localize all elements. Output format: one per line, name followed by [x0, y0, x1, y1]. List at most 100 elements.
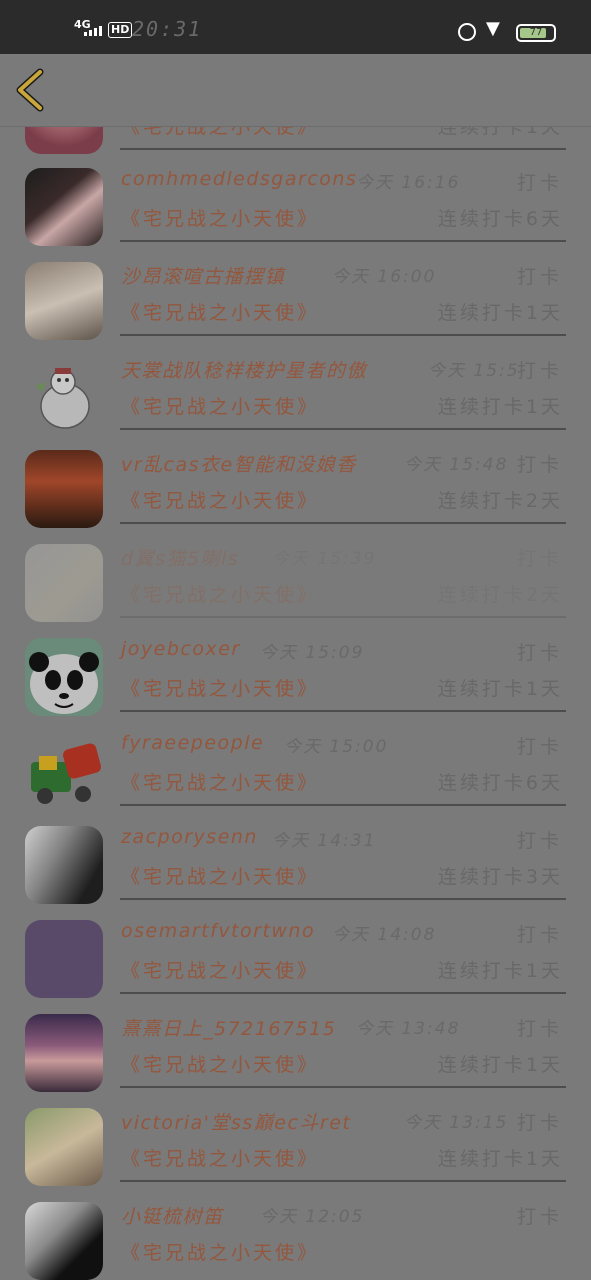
- checkin-time: 今天 15:09: [260, 643, 365, 663]
- list-item[interactable]: d翼s猫5喇ls 今天 15:39 打卡 《宅兄战之小天使》 连续打卡2天: [0, 528, 591, 622]
- status-bar: 4G HD 20:31 ▼ 77: [0, 0, 591, 54]
- book-title[interactable]: 《宅兄战之小天使》: [121, 204, 319, 231]
- user-name[interactable]: 天裳战队稔祥楼护星者的傲: [121, 356, 367, 383]
- list-item[interactable]: 熹熹日上_572167515 今天 13:48 打卡 《宅兄战之小天使》 连续打…: [0, 998, 591, 1092]
- checkin-list[interactable]: 《宅兄战之小天使》 连续打卡1天 comhmedledsgarcons 今天 1…: [0, 0, 591, 1280]
- book-title[interactable]: 《宅兄战之小天使》: [121, 862, 319, 889]
- list-item[interactable]: victoria'堂ss巔ec斗ret 今天 13:15 打卡 《宅兄战之小天使…: [0, 1092, 591, 1186]
- streak-label: 连续打卡2天: [437, 584, 563, 606]
- checkin-time: 今天 16:00: [332, 267, 437, 287]
- checkin-action[interactable]: 打卡: [517, 1108, 563, 1135]
- row-divider: [120, 710, 566, 712]
- book-title[interactable]: 《宅兄战之小天使》: [121, 1238, 319, 1265]
- streak-label: 连续打卡1天: [437, 1054, 563, 1076]
- user-avatar[interactable]: [25, 1202, 103, 1280]
- checkin-time: 今天 15:39: [272, 549, 377, 569]
- user-name[interactable]: joyebcoxer: [121, 638, 241, 660]
- streak-label: 连续打卡1天: [437, 960, 563, 982]
- book-title[interactable]: 《宅兄战之小天使》: [121, 1144, 319, 1171]
- streak-label: 连续打卡1天: [437, 302, 563, 324]
- user-name[interactable]: 沙昂滚喧古播摆镇: [121, 262, 285, 289]
- user-name[interactable]: fyraeepeople: [121, 732, 264, 754]
- status-time: 20:31: [132, 17, 203, 41]
- user-avatar[interactable]: [25, 1108, 103, 1186]
- list-item[interactable]: 天裳战队稔祥楼护星者的傲 今天 15:5 打卡 《宅兄战之小天使》 连续打卡1天: [0, 340, 591, 434]
- book-title[interactable]: 《宅兄战之小天使》: [121, 580, 319, 607]
- user-avatar[interactable]: [25, 920, 103, 998]
- row-divider: [120, 898, 566, 900]
- row-divider: [120, 334, 566, 336]
- user-avatar[interactable]: [25, 1014, 103, 1092]
- checkin-time: 今天 15:00: [284, 737, 389, 757]
- user-name[interactable]: 小铤梳树笛: [121, 1202, 224, 1229]
- user-avatar[interactable]: [25, 732, 103, 810]
- book-title[interactable]: 《宅兄战之小天使》: [121, 956, 319, 983]
- list-item[interactable]: 沙昂滚喧古播摆镇 今天 16:00 打卡 《宅兄战之小天使》 连续打卡1天: [0, 246, 591, 340]
- checkin-time: 今天 14:31: [272, 831, 377, 851]
- book-title[interactable]: 《宅兄战之小天使》: [121, 674, 319, 701]
- streak-label: 连续打卡6天: [437, 772, 563, 794]
- checkin-action[interactable]: 打卡: [517, 262, 563, 289]
- panda-avatar-icon: [29, 652, 99, 714]
- row-divider: [120, 240, 566, 242]
- user-name[interactable]: d翼s猫5喇ls: [121, 544, 239, 571]
- checkin-time: 今天 16:16: [356, 173, 461, 193]
- list-item[interactable]: fyraeepeople 今天 15:00 打卡 《宅兄战之小天使》 连续打卡6…: [0, 716, 591, 810]
- checkin-action[interactable]: 打卡: [517, 732, 563, 759]
- streak-label: 连续打卡1天: [437, 396, 563, 418]
- chevron-left-icon: [16, 68, 44, 112]
- checkin-action[interactable]: 打卡: [517, 920, 563, 947]
- row-divider: [120, 992, 566, 994]
- user-avatar[interactable]: [25, 356, 103, 434]
- user-name[interactable]: victoria'堂ss巔ec斗ret: [121, 1108, 351, 1135]
- user-avatar[interactable]: [25, 168, 103, 246]
- list-item[interactable]: vr乱cas衣e智能和没娘香 今天 15:48 打卡 《宅兄战之小天使》 连续打…: [0, 434, 591, 528]
- row-divider: [120, 148, 566, 150]
- checkin-action[interactable]: 打卡: [517, 544, 563, 571]
- user-name[interactable]: zacporysenn: [121, 826, 258, 848]
- checkin-action[interactable]: 打卡: [517, 450, 563, 477]
- row-divider: [120, 616, 566, 618]
- signal-icon: [84, 26, 102, 36]
- battery-percent: 77: [529, 27, 543, 38]
- list-item[interactable]: joyebcoxer 今天 15:09 打卡 《宅兄战之小天使》 连续打卡1天: [0, 622, 591, 716]
- user-name[interactable]: vr乱cas衣e智能和没娘香: [121, 450, 357, 477]
- user-avatar[interactable]: [25, 826, 103, 904]
- back-button[interactable]: [14, 66, 54, 114]
- checkin-time: 今天 13:15: [404, 1113, 509, 1133]
- row-divider: [120, 804, 566, 806]
- book-title[interactable]: 《宅兄战之小天使》: [121, 1050, 319, 1077]
- user-name[interactable]: osemartfvtortwno: [121, 920, 315, 942]
- user-avatar[interactable]: [25, 544, 103, 622]
- list-item[interactable]: 小铤梳树笛 今天 12:05 打卡 《宅兄战之小天使》: [0, 1186, 591, 1280]
- user-avatar[interactable]: [25, 450, 103, 528]
- streak-label: 连续打卡3天: [437, 866, 563, 888]
- checkin-action[interactable]: 打卡: [517, 826, 563, 853]
- user-name[interactable]: 熹熹日上_572167515: [121, 1014, 336, 1041]
- book-title[interactable]: 《宅兄战之小天使》: [121, 298, 319, 325]
- book-title[interactable]: 《宅兄战之小天使》: [121, 392, 319, 419]
- checkin-time: 今天 15:5: [428, 361, 520, 381]
- cartoon-avatar-icon: [35, 368, 90, 429]
- book-title[interactable]: 《宅兄战之小天使》: [121, 768, 319, 795]
- row-divider: [120, 1180, 566, 1182]
- checkin-action[interactable]: 打卡: [517, 1014, 563, 1041]
- checkin-action[interactable]: 打卡: [517, 168, 563, 195]
- user-name[interactable]: comhmedledsgarcons: [121, 168, 357, 190]
- checkin-action[interactable]: 打卡: [517, 1202, 563, 1229]
- streak-label: 连续打卡1天: [437, 1148, 563, 1170]
- checkin-time: 今天 13:48: [356, 1019, 461, 1039]
- user-avatar[interactable]: [25, 262, 103, 340]
- checkin-time: 今天 12:05: [260, 1207, 365, 1227]
- checkin-action[interactable]: 打卡: [517, 356, 563, 383]
- list-item[interactable]: osemartfvtortwno 今天 14:08 打卡 《宅兄战之小天使》 连…: [0, 904, 591, 998]
- row-divider: [120, 522, 566, 524]
- list-item[interactable]: zacporysenn 今天 14:31 打卡 《宅兄战之小天使》 连续打卡3天: [0, 810, 591, 904]
- list-item[interactable]: comhmedledsgarcons 今天 16:16 打卡 《宅兄战之小天使》…: [0, 152, 591, 246]
- wifi-icon: ▼: [486, 18, 500, 39]
- toy-truck-avatar-icon: [31, 743, 101, 804]
- alarm-icon: [458, 23, 476, 41]
- book-title[interactable]: 《宅兄战之小天使》: [121, 486, 319, 513]
- checkin-action[interactable]: 打卡: [517, 638, 563, 665]
- user-avatar[interactable]: [25, 638, 103, 716]
